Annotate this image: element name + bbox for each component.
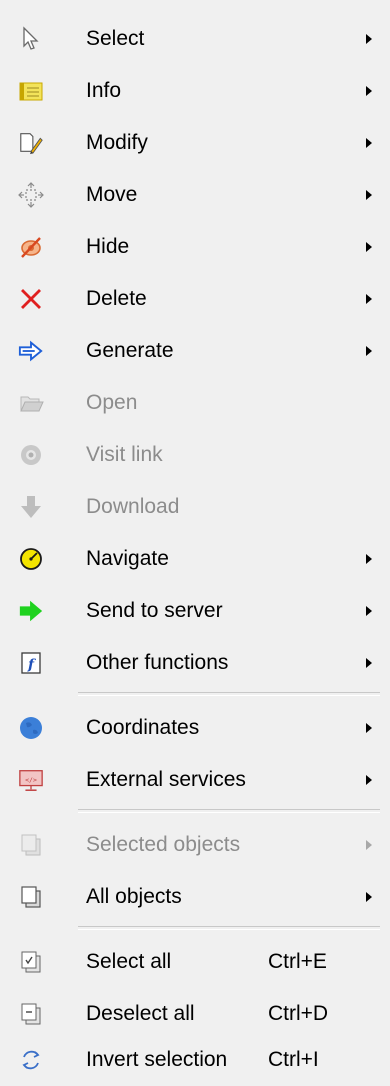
menu-item-delete[interactable]: Delete [0,273,390,325]
invert-selection-icon [18,1047,44,1073]
menu-item-selected-objects[interactable]: Selected objects [0,819,390,871]
menu-item-download[interactable]: Download [0,481,390,533]
submenu-arrow-icon [366,346,372,356]
open-folder-icon [18,390,44,416]
menu-item-label: Navigate [86,547,169,570]
submenu-arrow-icon [366,840,372,850]
submenu-arrow-icon [366,138,372,148]
submenu-arrow-icon [366,554,372,564]
generate-arrow-icon [18,338,44,364]
move-icon [18,182,44,208]
link-globe-icon [18,442,44,468]
menu-item-external-services[interactable]: </> External services [0,754,390,806]
send-arrow-icon [18,598,44,624]
cursor-icon [18,26,44,52]
menu-item-label: Other functions [86,651,229,674]
globe-icon [18,715,44,741]
menu-separator [78,692,380,696]
menu-item-label: Modify [86,131,148,154]
selected-objects-icon [18,832,44,858]
menu-separator [78,926,380,930]
menu-item-send-to-server[interactable]: Send to server [0,585,390,637]
menu-item-label: Select all [86,950,172,973]
menu-item-select-all[interactable]: Select all Ctrl+E [0,936,390,988]
menu-item-label: Coordinates [86,716,200,739]
menu-item-invert-selection[interactable]: Invert selection Ctrl+I [0,1034,390,1086]
delete-x-icon [18,286,44,312]
submenu-arrow-icon [366,190,372,200]
menu-item-deselect-all[interactable]: Deselect all Ctrl+D [0,988,390,1040]
menu-item-label: Send to server [86,599,223,622]
menu-item-select[interactable]: Select [0,13,390,65]
edit-pencil-icon [18,130,44,156]
menu-item-hide[interactable]: Hide [0,221,390,273]
menu-item-all-objects[interactable]: All objects [0,871,390,923]
submenu-arrow-icon [366,658,372,668]
submenu-arrow-icon [366,86,372,96]
menu-item-label: Select [86,27,145,50]
menu-item-label: Delete [86,287,147,310]
menu-item-open[interactable]: Open [0,377,390,429]
menu-item-label: Visit link [86,443,163,466]
menu-item-label: Move [86,183,138,206]
all-objects-icon [18,884,44,910]
function-icon: f [18,650,44,676]
submenu-arrow-icon [366,775,372,785]
submenu-arrow-icon [366,606,372,616]
download-arrow-icon [18,494,44,520]
select-all-icon [18,949,44,975]
context-menu: Select Info Modify Move Hide Delete Gene… [0,0,390,1086]
svg-text:</>: </> [25,776,37,784]
menu-item-label: Info [86,79,122,102]
submenu-arrow-icon [366,242,372,252]
menu-item-move[interactable]: Move [0,169,390,221]
menu-item-navigate[interactable]: Navigate [0,533,390,585]
menu-item-label: Selected objects [86,833,241,856]
menu-item-label: Hide [86,235,130,258]
menu-item-generate[interactable]: Generate [0,325,390,377]
menu-item-info[interactable]: Info [0,65,390,117]
menu-item-label: External services [86,768,246,791]
menu-item-label: Deselect all [86,1002,195,1025]
submenu-arrow-icon [366,34,372,44]
navigate-compass-icon [18,546,44,572]
external-services-icon: </> [18,767,44,793]
shortcut-label: Ctrl+D [268,1002,329,1025]
submenu-arrow-icon [366,294,372,304]
menu-item-visit-link[interactable]: Visit link [0,429,390,481]
menu-item-label: Download [86,495,180,518]
hide-eye-icon [18,234,44,260]
menu-item-coordinates[interactable]: Coordinates [0,702,390,754]
menu-item-label: Invert selection [86,1048,228,1071]
submenu-arrow-icon [366,892,372,902]
deselect-all-icon [18,1001,44,1027]
menu-item-label: Open [86,391,138,414]
shortcut-label: Ctrl+E [268,950,327,973]
menu-item-label: Generate [86,339,174,362]
menu-item-other-functions[interactable]: f Other functions [0,637,390,689]
shortcut-label: Ctrl+I [268,1048,319,1071]
submenu-arrow-icon [366,723,372,733]
menu-separator [78,809,380,813]
menu-item-modify[interactable]: Modify [0,117,390,169]
info-card-icon [18,78,44,104]
menu-item-label: All objects [86,885,182,908]
